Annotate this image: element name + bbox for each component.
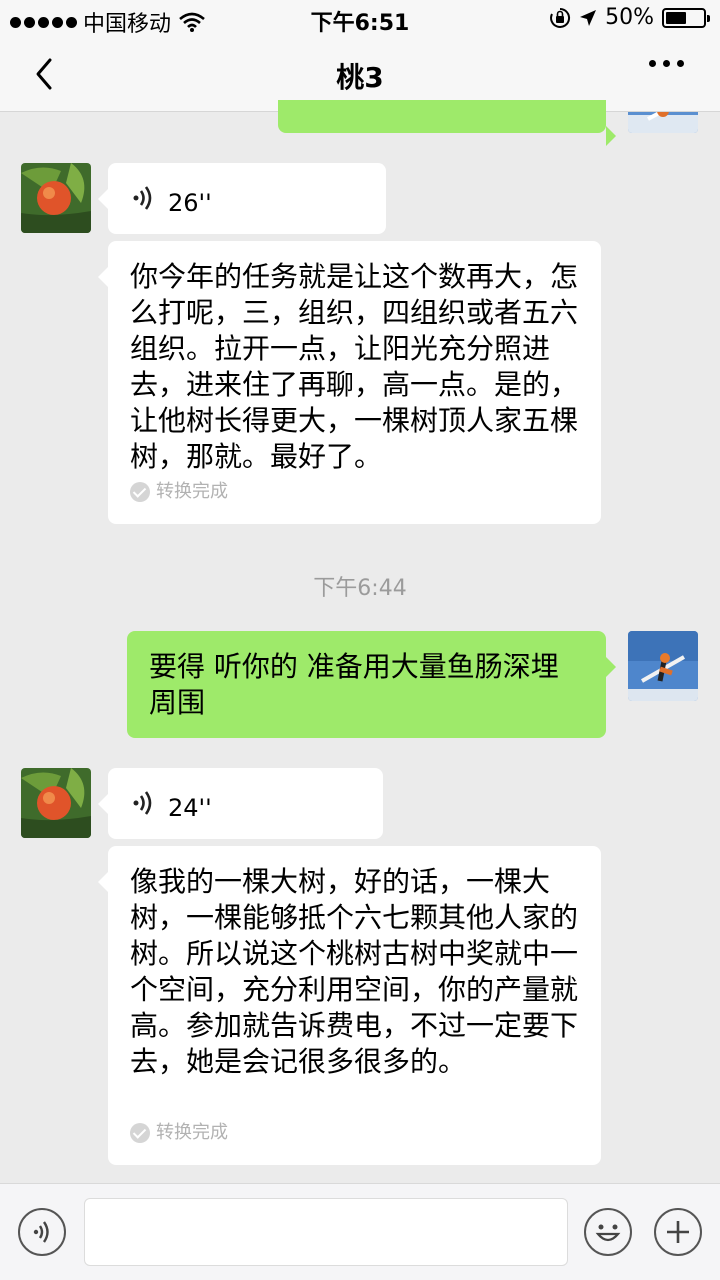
voice-duration: 26'' [168, 189, 212, 217]
voice-message-bubble[interactable]: 26'' [98, 163, 386, 234]
battery-icon [662, 7, 710, 28]
voice-duration: 24'' [168, 794, 212, 822]
message-input[interactable] [84, 1198, 568, 1266]
voice-message-bubble[interactable]: 24'' [98, 768, 383, 839]
voice-transcription-bubble[interactable]: 像我的一棵大树，好的话，一棵大树，一棵能够抵个六七颗其他人家的树。所以说这个桃树… [98, 846, 601, 1165]
more-icon[interactable] [649, 60, 684, 67]
conversion-status: 转换完成 [156, 481, 228, 502]
contact-avatar[interactable] [21, 768, 91, 838]
voice-wave-icon [133, 186, 152, 210]
previous-sent-bubble[interactable] [278, 100, 616, 146]
location-arrow-icon [580, 9, 597, 26]
input-toolbar [0, 1183, 720, 1280]
my-avatar[interactable] [628, 631, 698, 701]
battery-percent: 50% [605, 5, 654, 30]
contact-avatar[interactable] [21, 163, 91, 233]
check-icon [130, 482, 150, 502]
sent-text: 要得 听你的 准备用大量鱼肠深埋周围 [149, 650, 559, 719]
voice-wave-icon [133, 791, 152, 815]
transcription-text: 你今年的任务就是让这个数再大，怎么打呢，三，组织，四组织或者五六组织。拉开一点，… [130, 260, 579, 473]
voice-transcription-bubble[interactable]: 你今年的任务就是让这个数再大，怎么打呢，三，组织，四组织或者五六组织。拉开一点，… [98, 241, 601, 524]
sent-message-bubble[interactable]: 要得 听你的 准备用大量鱼肠深埋周围 [127, 631, 616, 738]
emoji-icon[interactable] [584, 1208, 632, 1256]
conversion-status: 转换完成 [156, 1122, 228, 1143]
lock-rotation-icon [550, 7, 571, 28]
chat-title: 桃3 [336, 61, 384, 94]
transcription-text: 像我的一棵大树，好的话，一棵大树，一棵能够抵个六七颗其他人家的树。所以说这个桃树… [130, 865, 579, 1078]
plus-icon[interactable] [654, 1208, 702, 1256]
voice-input-icon[interactable] [18, 1208, 66, 1256]
my-avatar[interactable] [628, 112, 698, 133]
check-icon [130, 1123, 150, 1143]
message-timestamp: 下午6:44 [313, 576, 407, 601]
status-bar: 中国移动 下午6:51 50% [0, 0, 720, 37]
